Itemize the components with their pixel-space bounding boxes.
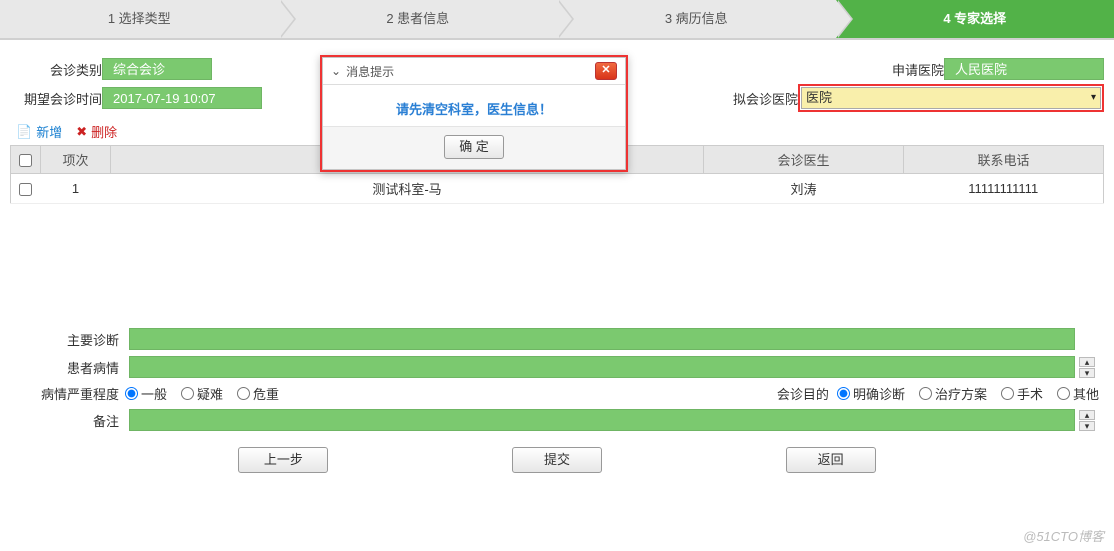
apply-hospital-value: 人民医院: [944, 58, 1104, 80]
expect-time-label: 期望会诊时间: [10, 89, 102, 108]
header-index: 项次: [41, 146, 111, 174]
prev-button[interactable]: 上一步: [238, 447, 328, 473]
goal-option-label: 治疗方案: [935, 387, 987, 402]
severity-option-difficult[interactable]: 疑难: [181, 384, 223, 403]
header-doctor: 会诊医生: [704, 146, 904, 174]
severity-option-label: 疑难: [197, 387, 223, 402]
goal-option-label: 明确诊断: [853, 387, 905, 402]
step-wizard: 1 选择类型 2 患者信息 3 病历信息 4 专家选择: [0, 0, 1114, 40]
header-checkbox-cell: [11, 146, 41, 174]
main-diagnosis-input[interactable]: [129, 328, 1075, 350]
expect-time-value: 2017-07-19 10:07: [102, 87, 262, 109]
add-button-label: 新增: [36, 122, 62, 141]
header-phone: 联系电话: [904, 146, 1104, 174]
goal-option-diagnosis[interactable]: 明确诊断: [837, 384, 905, 403]
severity-option-critical[interactable]: 危重: [237, 384, 279, 403]
step-1[interactable]: 1 选择类型: [0, 0, 279, 38]
scroll-down-icon[interactable]: ▾: [1079, 368, 1095, 378]
cell-index: 1: [41, 174, 111, 204]
goal-option-label: 手术: [1017, 387, 1043, 402]
watermark-text: @51CTO博客: [1023, 526, 1104, 545]
step-4[interactable]: 4 专家选择: [836, 0, 1114, 38]
step-3[interactable]: 3 病历信息: [557, 0, 836, 38]
message-dialog: ⌄ 消息提示 ✕ 请先清空科室，医生信息！ 确 定: [320, 55, 628, 172]
severity-option-general[interactable]: 一般: [125, 384, 167, 403]
cell-dept: 测试科室-马: [111, 174, 704, 204]
cross-icon: ✖: [76, 124, 87, 140]
scroll-up-icon[interactable]: ▴: [1079, 357, 1095, 367]
note-add-icon: 📄: [16, 124, 32, 140]
step-2[interactable]: 2 患者信息: [279, 0, 558, 38]
collapse-icon[interactable]: ⌄: [331, 64, 341, 78]
consult-type-label: 会诊类别: [10, 60, 102, 79]
dialog-message: 请先清空科室，医生信息！: [323, 85, 625, 127]
dialog-ok-button[interactable]: 确 定: [444, 135, 504, 159]
cell-phone: 11111111111: [904, 174, 1104, 204]
select-all-checkbox[interactable]: [19, 154, 32, 167]
close-icon[interactable]: ✕: [595, 62, 617, 80]
target-hospital-label: 拟会诊医院: [706, 89, 798, 108]
delete-button[interactable]: ✖ 删除: [76, 122, 117, 141]
goal-option-other[interactable]: 其他: [1057, 384, 1099, 403]
target-hospital-value: 医院: [806, 88, 832, 108]
chevron-down-icon: ▾: [1091, 88, 1096, 108]
goal-option-surgery[interactable]: 手术: [1001, 384, 1043, 403]
cell-doctor: 刘涛: [704, 174, 904, 204]
consult-type-value: 综合会诊: [102, 58, 212, 80]
note-input[interactable]: [129, 409, 1075, 431]
patient-condition-input[interactable]: [129, 356, 1075, 378]
add-button[interactable]: 📄 新增: [16, 122, 62, 141]
goal-option-treatment[interactable]: 治疗方案: [919, 384, 987, 403]
severity-option-label: 一般: [141, 387, 167, 402]
goal-label: 会诊目的: [517, 384, 837, 403]
submit-button[interactable]: 提交: [512, 447, 602, 473]
goal-option-label: 其他: [1073, 387, 1099, 402]
dialog-title-text: 消息提示: [346, 63, 394, 80]
target-hospital-highlight: 医院 ▾: [798, 84, 1104, 112]
main-diagnosis-label: 主要诊断: [15, 330, 125, 349]
delete-button-label: 删除: [91, 122, 117, 141]
table-row[interactable]: 1 测试科室-马 刘涛 11111111111: [11, 174, 1104, 204]
apply-hospital-label: 申请医院: [852, 60, 944, 79]
scroll-down-icon[interactable]: ▾: [1079, 421, 1095, 431]
severity-option-label: 危重: [253, 387, 279, 402]
scroll-up-icon[interactable]: ▴: [1079, 410, 1095, 420]
target-hospital-select[interactable]: 医院 ▾: [801, 87, 1101, 109]
patient-condition-label: 患者病情: [15, 358, 125, 377]
row-checkbox[interactable]: [19, 183, 32, 196]
note-label: 备注: [15, 411, 125, 430]
severity-label: 病情严重程度: [15, 384, 125, 403]
back-button[interactable]: 返回: [786, 447, 876, 473]
